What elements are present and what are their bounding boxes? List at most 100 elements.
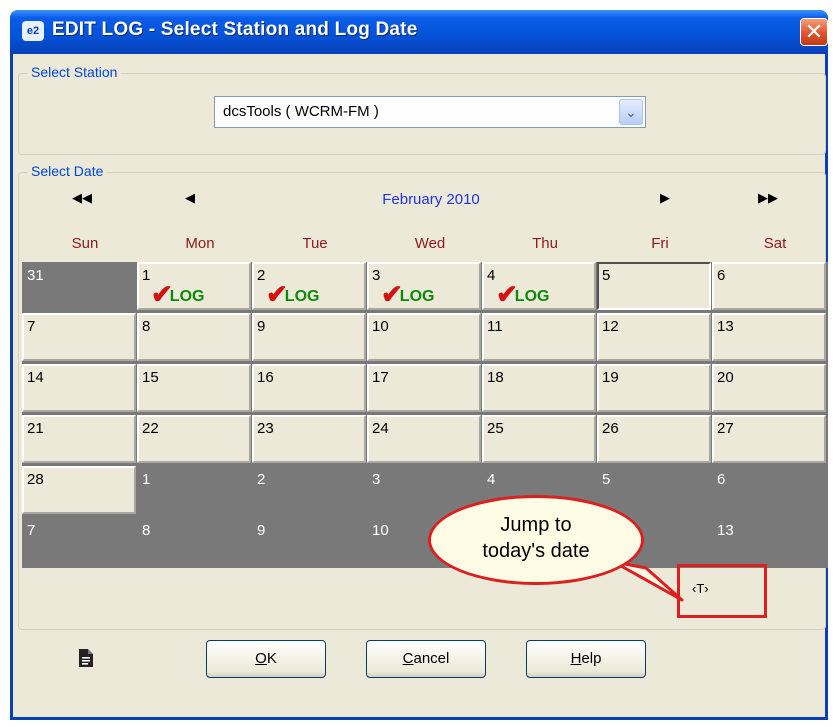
calendar-day[interactable]: 9	[252, 517, 366, 568]
calendar-day-today[interactable]: 5	[597, 262, 711, 310]
day-number: 8	[142, 522, 151, 539]
app-icon: e2	[22, 21, 44, 41]
calendar-day[interactable]: 26	[597, 415, 711, 463]
calendar-day[interactable]: 27	[712, 415, 826, 463]
station-group-label: Select Station	[27, 64, 122, 80]
log-label: LOG	[284, 288, 320, 305]
calendar-day[interactable]: 18	[482, 364, 596, 412]
day-number: 2	[257, 471, 266, 488]
date-group-label: Select Date	[27, 163, 108, 179]
day-number: 31	[27, 267, 44, 284]
day-number: 8	[142, 318, 151, 335]
log-badge: ✔ LOG	[496, 281, 550, 307]
log-badge: ✔ LOG	[266, 281, 320, 307]
today-highlight: ‹T›	[677, 564, 767, 618]
calendar-day[interactable]: 3 ✔ LOG	[367, 262, 481, 310]
calendar-day[interactable]: 19	[597, 364, 711, 412]
day-number: 19	[602, 369, 619, 386]
day-number: 26	[602, 420, 619, 437]
ok-button[interactable]: OK	[206, 640, 326, 678]
day-number: 3	[372, 267, 381, 284]
day-number: 7	[27, 318, 36, 335]
calendar-day[interactable]: 13	[712, 517, 826, 568]
weekday-label: Wed	[414, 235, 446, 252]
callout-bubble: Jump to today's date	[428, 495, 644, 585]
next-year-button[interactable]: ▶▶	[758, 190, 778, 206]
day-number: 2	[257, 267, 266, 284]
day-number: 28	[27, 471, 44, 488]
log-label: LOG	[514, 288, 550, 305]
callout-line-1: Jump to	[500, 514, 572, 536]
calendar-day[interactable]: 11	[482, 313, 596, 361]
day-number: 4	[487, 471, 496, 488]
calendar-grid: 31 1 ✔ LOG 2 ✔ LOG 3 ✔ LOG 4 ✔ LOG 5 6 7 8 9 10 11 12 13 14 15 1…	[22, 262, 828, 568]
calendar-day[interactable]: 16	[252, 364, 366, 412]
calendar-day[interactable]: 13	[712, 313, 826, 361]
day-number: 10	[372, 318, 389, 335]
station-select[interactable]: dcsTools ( WCRM-FM ) ⌄	[214, 96, 646, 128]
day-number: 24	[372, 420, 389, 437]
calendar-day[interactable]: 8	[137, 517, 251, 568]
log-label: LOG	[169, 288, 205, 305]
calendar-day[interactable]: 2	[252, 466, 366, 517]
ok-mnemonic: O	[255, 650, 267, 667]
calendar-day[interactable]: 1 ✔ LOG	[137, 262, 251, 310]
calendar-day[interactable]: 12	[597, 313, 711, 361]
day-number: 1	[142, 267, 151, 284]
help-button[interactable]: Help	[526, 640, 646, 678]
calendar-day[interactable]: 28	[22, 466, 136, 514]
weekday-label: Sun	[71, 235, 99, 252]
day-number: 1	[142, 471, 151, 488]
cancel-label-rest: ancel	[413, 650, 450, 667]
day-number: 12	[602, 318, 619, 335]
weekday-label: Mon	[185, 235, 215, 252]
calendar-day[interactable]: 24	[367, 415, 481, 463]
day-number: 25	[487, 420, 504, 437]
day-number: 22	[142, 420, 159, 437]
calendar-day[interactable]: 15	[137, 364, 251, 412]
day-number: 17	[372, 369, 389, 386]
calendar-day[interactable]: 6	[712, 262, 826, 310]
calendar-day[interactable]: 21	[22, 415, 136, 463]
calendar-day[interactable]: 23	[252, 415, 366, 463]
station-group: Select Station dcsTools ( WCRM-FM ) ⌄	[18, 64, 826, 155]
calendar-day[interactable]: 2 ✔ LOG	[252, 262, 366, 310]
day-number: 18	[487, 369, 504, 386]
calendar-day[interactable]: 8	[137, 313, 251, 361]
calendar-day[interactable]: 14	[22, 364, 136, 412]
next-month-button[interactable]: ▶	[660, 190, 670, 206]
day-number: 5	[602, 471, 611, 488]
weekday-label: Tue	[302, 235, 328, 252]
calendar-day[interactable]: 6	[712, 466, 826, 517]
day-number: 20	[717, 369, 734, 386]
window-title: EDIT LOG - Select Station and Log Date	[52, 19, 418, 40]
day-number: 9	[257, 522, 266, 539]
calendar-day[interactable]: 1	[137, 466, 251, 517]
calendar-day[interactable]: 10	[367, 313, 481, 361]
calendar-day[interactable]: 7	[22, 517, 136, 568]
calendar-day[interactable]: 17	[367, 364, 481, 412]
day-number: 3	[372, 471, 381, 488]
callout-line-2: today's date	[482, 540, 590, 562]
day-number: 5	[602, 267, 611, 284]
day-number: 23	[257, 420, 274, 437]
day-number: 13	[717, 318, 734, 335]
document-icon[interactable]	[78, 648, 94, 668]
help-mnemonic: H	[570, 650, 582, 667]
calendar-day[interactable]: 31	[22, 262, 136, 310]
chevron-down-icon[interactable]: ⌄	[619, 99, 643, 125]
log-label: LOG	[399, 288, 435, 305]
close-button[interactable]: ✕	[800, 18, 828, 46]
calendar-day[interactable]: 20	[712, 364, 826, 412]
calendar-day[interactable]: 9	[252, 313, 366, 361]
cancel-button[interactable]: Cancel	[366, 640, 486, 678]
day-number: 9	[257, 318, 266, 335]
station-selected-value: dcsTools ( WCRM-FM )	[223, 103, 379, 120]
calendar-day[interactable]: 22	[137, 415, 251, 463]
title-bar[interactable]: e2 EDIT LOG - Select Station and Log Dat…	[10, 10, 828, 54]
calendar-day[interactable]: 7	[22, 313, 136, 361]
today-button[interactable]: ‹T›	[692, 581, 709, 596]
day-number: 14	[27, 369, 44, 386]
calendar-day[interactable]: 25	[482, 415, 596, 463]
calendar-day[interactable]: 4 ✔ LOG	[482, 262, 596, 310]
